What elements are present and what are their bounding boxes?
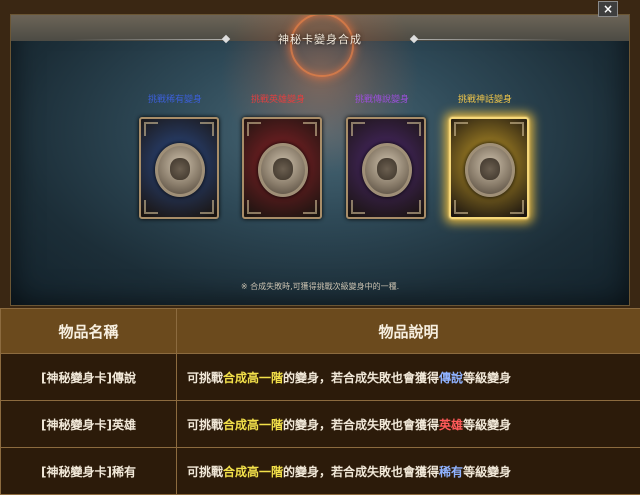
desc-text: 的變身，若合成失敗也會獲得	[283, 418, 439, 432]
card-corner	[407, 200, 421, 214]
card-corner	[510, 200, 524, 214]
desc-highlight: 合成高一階	[223, 418, 283, 432]
close-button[interactable]: ×	[598, 1, 618, 17]
lion-shield-icon	[258, 143, 308, 197]
desc-text: 的變身，若合成失敗也會獲得	[283, 371, 439, 385]
desc-text: 可挑戰	[187, 371, 223, 385]
desc-highlight: 合成高一階	[223, 465, 283, 479]
desc-text: 等級變身	[463, 465, 511, 479]
desc-highlight: 合成高一階	[223, 371, 283, 385]
lion-shield-icon	[465, 143, 515, 197]
grade-label: 傳說	[439, 371, 463, 385]
card-corner	[454, 122, 468, 136]
table-row: [神秘變身卡]英雄 可挑戰合成高一階的變身，若合成失敗也會獲得英雄等級變身	[1, 401, 640, 448]
item-info-table: 物品名稱 物品說明 [神秘變身卡]傳說 可挑戰合成高一階的變身，若合成失敗也會獲…	[0, 308, 640, 495]
card-label: 挑戰稀有變身	[125, 93, 225, 107]
card-corner	[144, 200, 158, 214]
myth-card[interactable]	[449, 117, 529, 219]
card-corner	[200, 122, 214, 136]
card-label: 挑戰傳說變身	[332, 93, 432, 107]
lion-face-icon	[377, 158, 397, 180]
card-slot-hero[interactable]: 挑戰英雄變身	[228, 93, 328, 107]
lion-face-icon	[170, 158, 190, 180]
header-item-name: 物品名稱	[1, 309, 177, 354]
desc-text: 等級變身	[463, 371, 511, 385]
card-corner	[407, 122, 421, 136]
desc-text: 等級變身	[463, 418, 511, 432]
card-corner	[351, 122, 365, 136]
desc-text: 可挑戰	[187, 465, 223, 479]
card-label: 挑戰神話變身	[435, 93, 535, 107]
card-corner	[247, 122, 261, 136]
card-corner	[351, 200, 365, 214]
lion-shield-icon	[362, 143, 412, 197]
card-corner	[144, 122, 158, 136]
rare-card[interactable]	[139, 117, 219, 219]
item-name: [神秘變身卡]英雄	[1, 401, 177, 448]
item-name: [神秘變身卡]稀有	[1, 448, 177, 495]
card-label: 挑戰英雄變身	[228, 93, 328, 107]
synthesis-dialog: 神秘卡變身合成 挑戰稀有變身 挑戰英雄變身 挑戰傳說變身	[0, 0, 640, 308]
table-row: [神秘變身卡]傳說 可挑戰合成高一階的變身，若合成失敗也會獲得傳說等級變身	[1, 354, 640, 401]
screen: 神秘卡變身合成 挑戰稀有變身 挑戰英雄變身 挑戰傳說變身	[0, 0, 640, 488]
card-corner	[303, 200, 317, 214]
hero-card[interactable]	[242, 117, 322, 219]
card-slot-rare[interactable]: 挑戰稀有變身	[125, 93, 225, 107]
card-corner	[247, 200, 261, 214]
card-slot-myth[interactable]: 挑戰神話變身	[435, 93, 535, 107]
card-corner	[454, 200, 468, 214]
item-description: 可挑戰合成高一階的變身，若合成失敗也會獲得傳說等級變身	[177, 354, 640, 401]
desc-text: 的變身，若合成失敗也會獲得	[283, 465, 439, 479]
failure-note: ※ 合成失敗時,可獲得挑戰次級變身中的一種.	[11, 281, 629, 292]
item-description: 可挑戰合成高一階的變身，若合成失敗也會獲得稀有等級變身	[177, 448, 640, 495]
card-corner	[303, 122, 317, 136]
card-slot-legend[interactable]: 挑戰傳說變身	[332, 93, 432, 107]
legend-card[interactable]	[346, 117, 426, 219]
card-corner	[200, 200, 214, 214]
dialog-frame: 神秘卡變身合成 挑戰稀有變身 挑戰英雄變身 挑戰傳說變身	[10, 14, 630, 306]
table-header-row: 物品名稱 物品說明	[1, 309, 640, 354]
lion-face-icon	[480, 158, 500, 180]
item-name: [神秘變身卡]傳說	[1, 354, 177, 401]
item-description: 可挑戰合成高一階的變身，若合成失敗也會獲得英雄等級變身	[177, 401, 640, 448]
lion-shield-icon	[155, 143, 205, 197]
card-corner	[510, 122, 524, 136]
desc-text: 可挑戰	[187, 418, 223, 432]
table-row: [神秘變身卡]稀有 可挑戰合成高一階的變身，若合成失敗也會獲得稀有等級變身	[1, 448, 640, 495]
grade-label: 稀有	[439, 465, 463, 479]
grade-label: 英雄	[439, 418, 463, 432]
header-item-description: 物品說明	[177, 309, 640, 354]
dialog-title: 神秘卡變身合成	[11, 31, 629, 47]
lion-face-icon	[273, 158, 293, 180]
